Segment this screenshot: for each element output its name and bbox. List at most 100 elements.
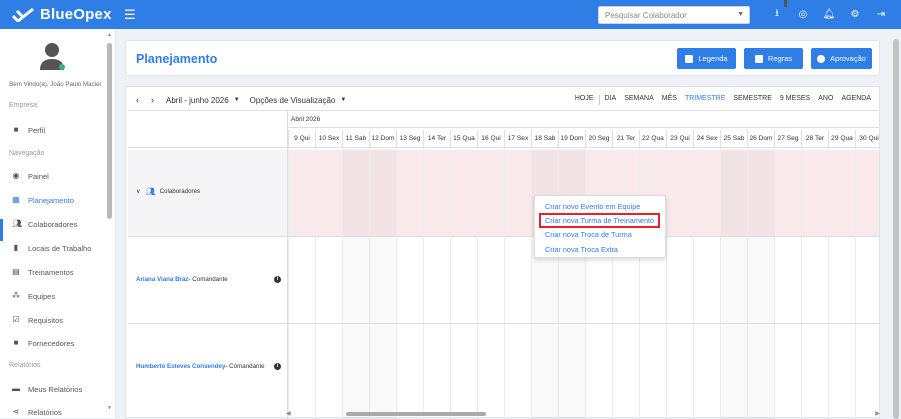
day-column[interactable] [828, 147, 855, 419]
resource-name[interactable]: Ariana Viana Braz [136, 276, 189, 283]
menu-item-troca-turma[interactable]: Criar nova Troca de Turma [545, 230, 632, 239]
legenda-button[interactable]: Legenda [677, 48, 736, 69]
scroll-right-icon[interactable]: ▶ [875, 410, 880, 417]
support-icon[interactable]: ◎ [797, 7, 809, 21]
aprovacao-button[interactable]: Aprovação [811, 48, 872, 69]
day-column[interactable] [693, 147, 720, 419]
sidebar-item-equipes[interactable]: ⁂ Equipes [12, 290, 55, 302]
sidebar-item-painel[interactable]: ◉ Painel [12, 170, 49, 182]
page-scroll-thumb[interactable] [893, 39, 899, 419]
logout-icon[interactable]: ⇥ [875, 7, 887, 21]
view-mes[interactable]: MÊS [658, 95, 681, 105]
day-column[interactable] [477, 147, 504, 419]
chevron-down-icon[interactable]: ∨ [136, 188, 140, 195]
sidebar-item-perfil[interactable]: ■ Perfil [12, 124, 46, 136]
view-options[interactable]: Opções de Visualização [250, 96, 336, 105]
month-label: Abril 2026 [291, 116, 321, 123]
sidebar-item-meus-relatorios[interactable]: ▬ Meus Relatórios [12, 383, 82, 395]
day-column[interactable] [774, 147, 801, 419]
menu-item-troca-extra[interactable]: Criar nova Troca Extra [545, 245, 618, 254]
day-column[interactable] [558, 147, 585, 419]
sidebar-item-fornecedores[interactable]: ■ Fornecedores [12, 337, 75, 349]
view-agenda[interactable]: AGENDA [837, 95, 875, 105]
info-icon[interactable]: i [274, 276, 281, 283]
day-cell: 30 Qui [855, 130, 882, 147]
day-columns[interactable] [288, 147, 882, 419]
day-column[interactable] [450, 147, 477, 419]
avatar[interactable] [39, 41, 67, 71]
day-column[interactable] [369, 147, 396, 419]
bell-icon[interactable]: 🔔︎ [823, 7, 836, 21]
view-switcher: HOJE DIA SEMANA MÊS TRIMESTRE SEMESTRE 9… [571, 95, 875, 105]
group-toggle[interactable]: ∨ 👥︎ Colaboradores [136, 187, 200, 196]
sidebar-item-colaboradores[interactable]: 👥︎ Colaboradores [12, 218, 77, 230]
prev-icon[interactable]: ‹ [136, 95, 139, 105]
grid-line [128, 147, 879, 148]
day-cell: 22 Qua [639, 130, 666, 147]
view-9-meses[interactable]: 9 MESES [776, 95, 814, 105]
day-column[interactable] [801, 147, 828, 419]
day-cell: 17 Sex [504, 130, 531, 147]
menu-toggle-icon[interactable]: ☰ [124, 8, 136, 21]
resource-row-ariana[interactable]: Ariana Viana Braz - Comandante [136, 276, 228, 283]
grid-line [128, 110, 879, 111]
sidebar-item-relatorios[interactable]: ⋖ Relatórios [12, 406, 62, 418]
resource-name[interactable]: Humberto Esteves Consendey [136, 363, 225, 370]
day-column[interactable] [288, 147, 315, 419]
sidebar-item-planejamento[interactable]: ▦ Planejamento [12, 194, 74, 206]
sidebar-item-requisitos[interactable]: ☑ Requisitos [12, 314, 63, 326]
day-cell: 23 Qui [666, 130, 693, 147]
gear-icon[interactable]: ⚙ [849, 7, 861, 21]
view-trimestre[interactable]: TRIMESTRE [681, 95, 729, 105]
view-ano[interactable]: ANO [814, 95, 837, 105]
date-range[interactable]: Abril - junho 2026 [166, 96, 229, 105]
view-semana[interactable]: SEMANA [620, 95, 658, 105]
chevron-down-icon[interactable]: ▼ [234, 97, 240, 103]
dashboard-icon: ◉ [12, 171, 20, 180]
cursor-marker [784, 0, 787, 7]
scroll-thumb[interactable] [346, 412, 486, 416]
day-column[interactable] [585, 147, 612, 419]
calendar-nav: ‹ › Abril - junho 2026 ▼ Opções de Visua… [136, 95, 346, 105]
resource-row-humberto[interactable]: Humberto Esteves Consendey - Comandante [136, 363, 265, 370]
menu-item-turma-treinamento[interactable]: Criar nova Turma de Treinamento [539, 213, 661, 228]
sidebar-scrollbar[interactable] [107, 43, 112, 219]
view-dia[interactable]: DIA [601, 95, 621, 105]
chevron-down-icon[interactable]: ▼ [340, 97, 346, 103]
calendar-icon: ▦ [12, 195, 20, 204]
day-column[interactable] [504, 147, 531, 419]
download-icon[interactable]: ⭳ [771, 7, 783, 21]
day-column[interactable] [315, 147, 342, 419]
day-column[interactable] [342, 147, 369, 419]
page-title: Planejamento [136, 52, 218, 66]
sidebar-item-label: Fornecedores [28, 338, 75, 348]
view-semestre[interactable]: SEMESTRE [729, 95, 776, 105]
info-icon[interactable]: i [274, 363, 281, 370]
scroll-up-icon[interactable]: ▲ [107, 32, 112, 38]
search-collaborator-select[interactable]: Pesquisar Colaborador ▼ [598, 6, 750, 24]
sidebar-item-label: Planejamento [28, 195, 74, 205]
scroll-down-icon[interactable]: ▼ [107, 405, 112, 411]
day-cell: 9 Qui [288, 130, 315, 147]
page-scrollbar[interactable] [891, 29, 901, 419]
menu-item-evento-equipe[interactable]: Criar novo Evento em Equipe [545, 202, 640, 211]
view-hoje[interactable]: HOJE [571, 95, 598, 105]
day-cell: 28 Ter [801, 130, 828, 147]
day-column[interactable] [639, 147, 666, 419]
day-column[interactable] [747, 147, 774, 419]
day-column[interactable] [720, 147, 747, 419]
scroll-left-icon[interactable]: ◀ [286, 410, 291, 417]
horizontal-scrollbar[interactable]: ◀ ▶ [286, 410, 880, 418]
day-column[interactable] [855, 147, 882, 419]
regras-button[interactable]: Regras [744, 48, 803, 69]
day-column[interactable] [423, 147, 450, 419]
sidebar-item-locais[interactable]: ▮ Locais de Trabalho [12, 242, 92, 254]
day-column[interactable] [612, 147, 639, 419]
next-icon[interactable]: › [151, 95, 154, 105]
day-column[interactable] [531, 147, 558, 419]
brand-logo[interactable]: BlueOpex [12, 6, 112, 23]
day-cell: 15 Qua [450, 130, 477, 147]
sidebar-item-treinamentos[interactable]: ▤ Treinamentos [12, 266, 73, 278]
day-column[interactable] [396, 147, 423, 419]
day-column[interactable] [666, 147, 693, 419]
